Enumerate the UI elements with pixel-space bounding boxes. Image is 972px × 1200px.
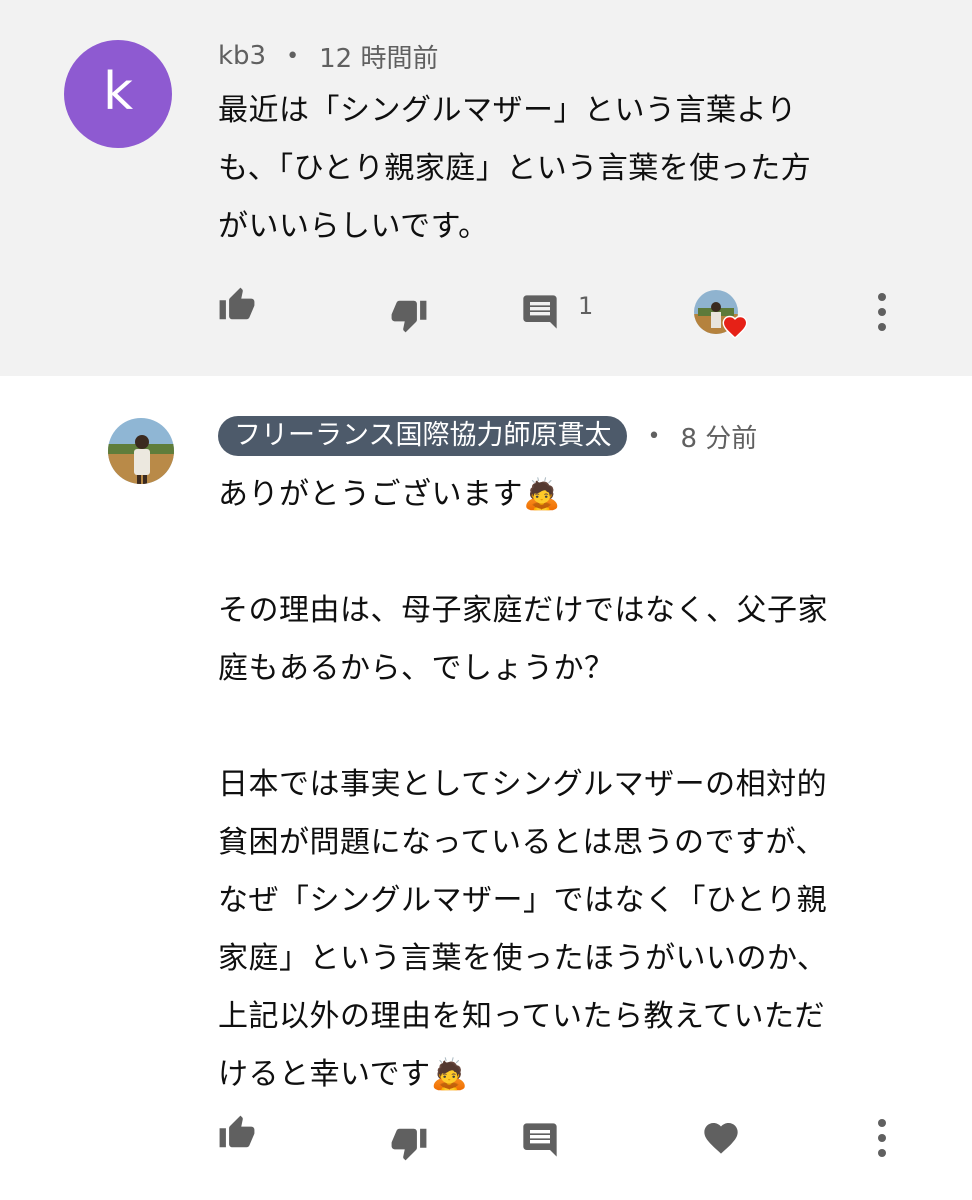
more-vert-icon xyxy=(878,1119,886,1157)
comment-icon xyxy=(523,295,557,329)
heart-icon xyxy=(720,313,750,345)
comment-thread-owner: フリーランス国際協力師原貫太 • 8 分前 ありがとうございます🙇 その理由は、… xyxy=(0,376,972,1200)
comment-thread-kb3: k kb3 • 12 時間前 最近は「シングルマザー」という言葉より も、「ひと… xyxy=(0,0,972,376)
like-button[interactable] xyxy=(216,286,258,324)
thumbs-up-icon xyxy=(219,1115,255,1148)
thumbs-down-icon xyxy=(391,300,427,333)
heart-button[interactable] xyxy=(700,1118,742,1158)
author-name[interactable]: kb3 xyxy=(218,41,266,71)
comment-meta: フリーランス国際協力師原貫太 • 8 分前 xyxy=(218,416,757,456)
reply-count[interactable]: 1 xyxy=(578,292,593,320)
comment-meta: kb3 • 12 時間前 xyxy=(218,36,438,76)
comment-icon xyxy=(523,1123,557,1157)
comment-timestamp[interactable]: 12 時間前 xyxy=(319,38,438,75)
avatar-photo xyxy=(108,418,174,484)
more-actions-button[interactable] xyxy=(872,292,892,332)
thumbs-up-icon xyxy=(219,287,255,320)
more-actions-button[interactable] xyxy=(872,1118,892,1158)
comment-text: 最近は「シングルマザー」という言葉より も、「ひとり親家庭」という言葉を使った方… xyxy=(218,93,812,244)
avatar[interactable] xyxy=(108,418,174,484)
heart-icon xyxy=(704,1123,738,1154)
avatar[interactable]: k xyxy=(64,40,172,148)
reply-button[interactable] xyxy=(520,292,560,332)
channel-owner-badge[interactable]: フリーランス国際協力師原貫太 xyxy=(218,416,628,456)
separator-dot: • xyxy=(286,43,300,69)
comment-text: ありがとうございます🙇 その理由は、母子家庭だけではなく、父子家 庭もあるから、… xyxy=(218,477,828,1092)
comment-timestamp[interactable]: 8 分前 xyxy=(680,418,757,455)
thumbs-down-icon xyxy=(391,1128,427,1161)
more-vert-icon xyxy=(878,293,886,331)
dislike-button[interactable] xyxy=(388,1124,430,1162)
reply-button[interactable] xyxy=(520,1120,560,1160)
separator-dot: • xyxy=(647,423,661,449)
dislike-button[interactable] xyxy=(388,296,430,334)
like-button[interactable] xyxy=(216,1114,258,1152)
